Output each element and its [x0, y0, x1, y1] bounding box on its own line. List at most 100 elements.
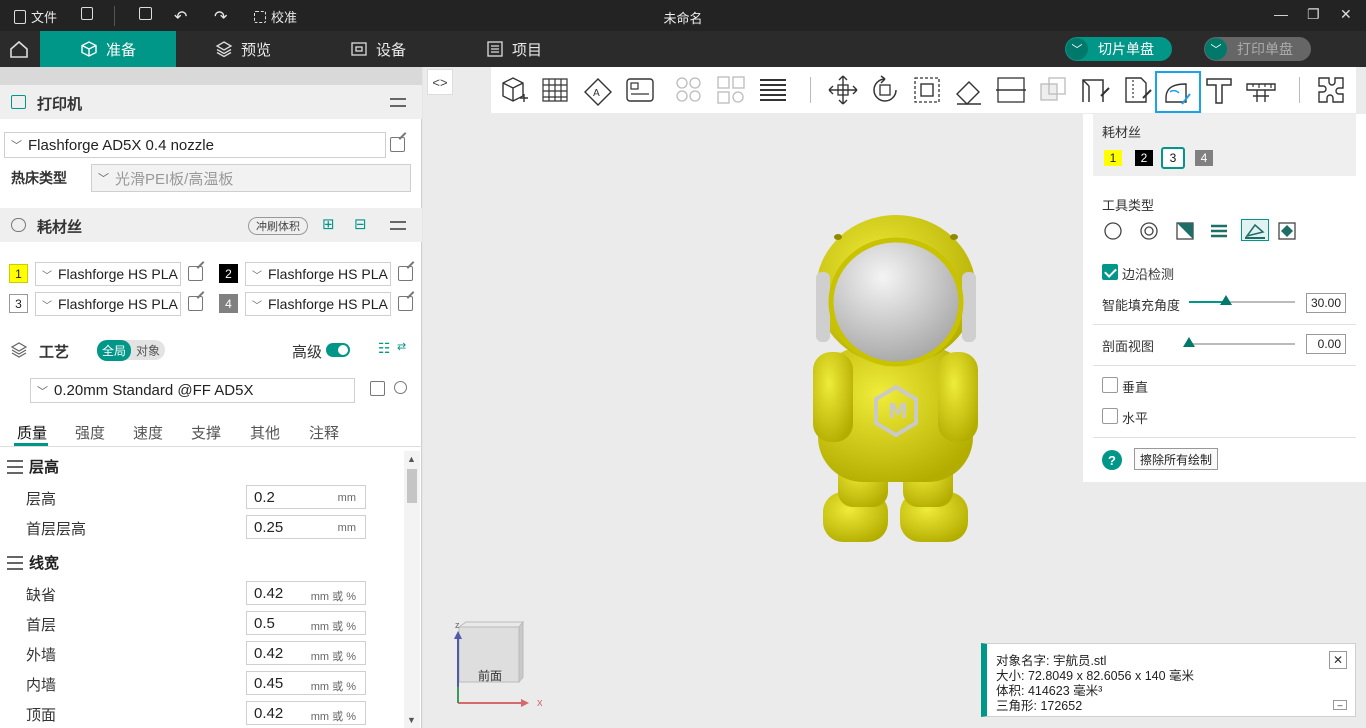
section-view-input[interactable]: 0.00	[1306, 334, 1346, 354]
tab-device[interactable]: 设备	[350, 31, 406, 67]
layers-tool[interactable]	[757, 74, 789, 106]
scroll-up-icon[interactable]: ▲	[407, 454, 416, 464]
tab-strength[interactable]: 强度	[75, 422, 105, 443]
settings-scrollbar[interactable]: ▲ ▼	[404, 451, 420, 728]
remove-filament-icon[interactable]: ⊟	[354, 215, 367, 233]
scroll-thumb[interactable]	[407, 469, 417, 503]
collapse-sidebar-button[interactable]: <>	[427, 69, 453, 95]
height-range-tool-icon[interactable]	[1209, 221, 1229, 241]
paint-filament-4[interactable]: 4	[1195, 150, 1213, 166]
gap-fill-tool-icon[interactable]	[1277, 221, 1297, 241]
filament-select[interactable]: ﹀ Flashforge HS PLA	[35, 262, 181, 286]
add-filament-icon[interactable]: ⊞	[322, 215, 335, 233]
param-input[interactable]: 0.5 mm 或 %	[246, 611, 366, 635]
param-input[interactable]: 0.45 mm 或 %	[246, 671, 366, 695]
tab-prepare[interactable]: 准备	[40, 31, 176, 67]
chevron-down-icon[interactable]: ﹀	[1066, 38, 1088, 60]
smart-fill-angle-slider[interactable]	[1189, 295, 1295, 305]
edge-detect-checkbox[interactable]	[1102, 264, 1118, 280]
slice-plate-button[interactable]: ﹀ 切片单盘	[1065, 37, 1172, 61]
toggle-global[interactable]: 全局	[97, 339, 132, 361]
circle-tool-icon[interactable]	[1103, 221, 1123, 241]
tab-other[interactable]: 其他	[250, 422, 280, 443]
triangle-tool-icon[interactable]	[1175, 221, 1195, 241]
rotate-tool[interactable]	[869, 74, 901, 106]
printer-edit-icon[interactable]	[390, 137, 405, 152]
param-input[interactable]: 0.2 mm	[246, 485, 366, 509]
tab-quality[interactable]: 质量	[17, 422, 47, 443]
param-input[interactable]: 0.42 mm 或 %	[246, 581, 366, 605]
split-objects-tool[interactable]	[673, 74, 705, 106]
slider-thumb[interactable]	[1220, 295, 1233, 305]
filament-slot-badge[interactable]: 4	[219, 294, 238, 313]
tab-project[interactable]: 项目	[486, 31, 542, 67]
paint-filament-3[interactable]: 3	[1161, 147, 1185, 169]
text-tool[interactable]	[1203, 74, 1235, 106]
add-plate-tool[interactable]	[540, 74, 572, 106]
arrange-tool[interactable]: A	[582, 74, 614, 106]
tab-notes[interactable]: 注释	[309, 422, 339, 443]
support-paint-tool[interactable]	[1079, 74, 1111, 106]
paint-filament-1[interactable]: 1	[1104, 150, 1122, 166]
minimize-button[interactable]: —	[1274, 6, 1288, 22]
tab-support[interactable]: 支撑	[191, 422, 221, 443]
help-icon[interactable]: ?	[1102, 450, 1122, 470]
compare-icon[interactable]: ⇄	[397, 340, 406, 353]
measure-tool[interactable]	[1245, 74, 1277, 106]
printer-settings-icon[interactable]	[390, 95, 406, 109]
cut-tool[interactable]	[995, 74, 1027, 106]
slider-thumb[interactable]	[1183, 337, 1195, 347]
scale-tool[interactable]	[911, 74, 943, 106]
add-model-tool[interactable]	[498, 74, 530, 106]
filament-edit-icon[interactable]	[398, 296, 413, 311]
param-input[interactable]: 0.42 mm 或 %	[246, 701, 366, 725]
process-profile-select[interactable]: ﹀ 0.20mm Standard @FF AD5X	[30, 378, 355, 403]
move-tool[interactable]	[827, 74, 859, 106]
minimize-info-button[interactable]: –	[1333, 700, 1347, 710]
assembly-tool[interactable]	[1315, 74, 1347, 106]
chevron-down-icon[interactable]: ﹀	[1205, 38, 1227, 60]
section-view-slider[interactable]	[1183, 337, 1295, 347]
color-paint-tool[interactable]	[1155, 71, 1201, 113]
param-list-icon[interactable]: ☷	[378, 340, 391, 357]
vertical-checkbox[interactable]	[1102, 377, 1118, 393]
view-cube-face-label[interactable]: 前面	[478, 667, 502, 684]
filament-select[interactable]: ﹀ Flashforge HS PLA	[35, 292, 181, 316]
astronaut-model[interactable]: M	[808, 212, 988, 552]
param-input[interactable]: 0.42 mm 或 %	[246, 641, 366, 665]
filament-slot-badge[interactable]: 2	[219, 264, 238, 283]
home-button[interactable]	[0, 31, 40, 67]
printer-select[interactable]: ﹀ Flashforge AD5X 0.4 nozzle	[4, 132, 386, 158]
boolean-tool[interactable]	[1037, 74, 1069, 106]
close-info-button[interactable]: ✕	[1329, 651, 1347, 669]
orient-tool[interactable]	[624, 74, 656, 106]
param-input[interactable]: 0.25 mm	[246, 515, 366, 539]
close-window-button[interactable]: ✕	[1340, 6, 1352, 23]
save-profile-icon[interactable]	[370, 381, 385, 396]
filament-edit-icon[interactable]	[398, 266, 413, 281]
filament-edit-icon[interactable]	[188, 296, 203, 311]
search-icon[interactable]	[394, 381, 407, 394]
tab-preview[interactable]: 预览	[215, 31, 271, 67]
filament-select[interactable]: ﹀ Flashforge HS PLA	[245, 262, 391, 286]
filament-settings-icon[interactable]	[390, 218, 406, 232]
scroll-down-icon[interactable]: ▼	[407, 715, 416, 725]
flush-volume-button[interactable]: 冲刷体积	[248, 217, 308, 235]
sphere-tool-icon[interactable]	[1139, 221, 1159, 241]
print-plate-button[interactable]: ﹀ 打印单盘	[1204, 37, 1311, 61]
filament-slot-badge[interactable]: 3	[9, 294, 28, 313]
maximize-button[interactable]: ❐	[1307, 6, 1320, 23]
filament-select[interactable]: ﹀ Flashforge HS PLA	[245, 292, 391, 316]
seam-paint-tool[interactable]	[1121, 74, 1153, 106]
paint-filament-2[interactable]: 2	[1135, 150, 1153, 166]
split-parts-tool[interactable]	[715, 74, 747, 106]
filament-slot-badge[interactable]: 1	[9, 264, 28, 283]
global-object-toggle[interactable]: 全局 对象	[97, 339, 166, 361]
smart-fill-angle-input[interactable]: 30.00	[1306, 293, 1346, 313]
toggle-object[interactable]: 对象	[131, 340, 165, 361]
clear-all-painting-button[interactable]: 擦除所有绘制	[1134, 448, 1219, 470]
horizontal-checkbox[interactable]	[1102, 408, 1118, 424]
tab-speed[interactable]: 速度	[133, 422, 163, 443]
bed-type-select[interactable]: ﹀ 光滑PEI板/高温板	[91, 164, 411, 192]
lay-on-face-tool[interactable]	[953, 74, 985, 106]
